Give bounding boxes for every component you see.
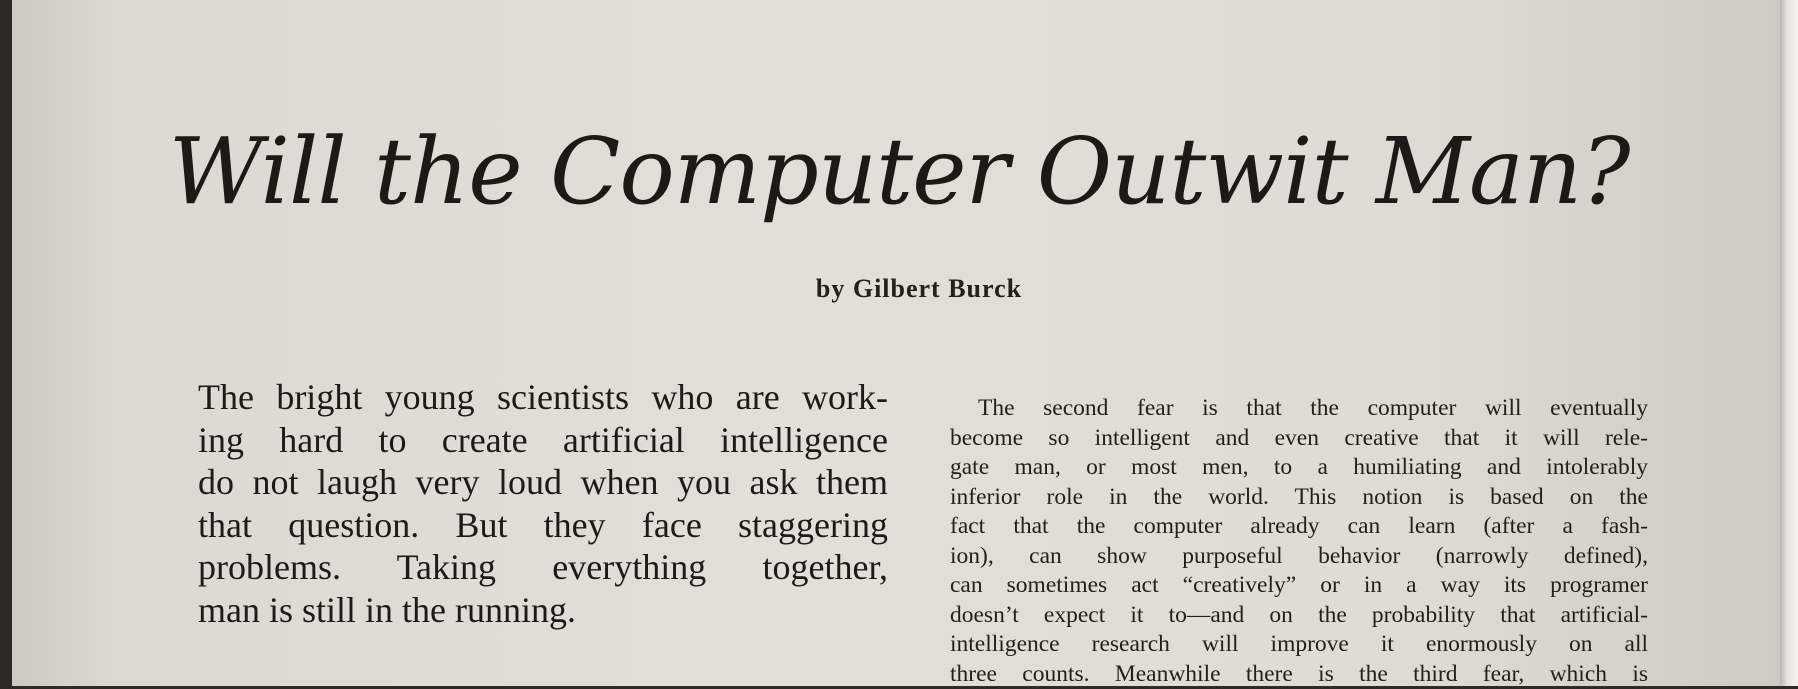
lead-line: man is still in the running. <box>198 589 888 632</box>
lead-paragraph: The bright young scientists who are work… <box>198 376 888 631</box>
body-line: gate man, or most men, to a humiliating … <box>950 453 1648 483</box>
lead-line: The bright young scientists who are work… <box>198 376 888 419</box>
body-line: ion), can show purposeful behavior (narr… <box>950 542 1648 572</box>
lead-line: ing hard to create artificial intelligen… <box>198 419 888 462</box>
article-title: Will the Computer Outwit Man? <box>0 118 1798 225</box>
body-line: three counts. Meanwhile there is the thi… <box>950 660 1648 689</box>
body-line: The second fear is that the computer wil… <box>950 394 1648 424</box>
lead-line: problems. Taking everything together, <box>198 546 888 589</box>
body-line: inferior role in the world. This notion … <box>950 483 1648 513</box>
body-line: can sometimes act “creatively” or in a w… <box>950 571 1648 601</box>
lead-line: that question. But they face staggering <box>198 504 888 547</box>
page-edge <box>1780 0 1798 686</box>
body-line: fact that the computer already can learn… <box>950 512 1648 542</box>
body-column: The second fear is that the computer wil… <box>950 394 1648 689</box>
body-line: doesn’t expect it to—and on the probabil… <box>950 601 1648 631</box>
lead-line: do not laugh very loud when you ask them <box>198 461 888 504</box>
article-byline: by Gilbert Burck <box>0 274 1798 304</box>
body-line: become so intelligent and even creative … <box>950 424 1648 454</box>
body-line: intelligence research will improve it en… <box>950 630 1648 660</box>
